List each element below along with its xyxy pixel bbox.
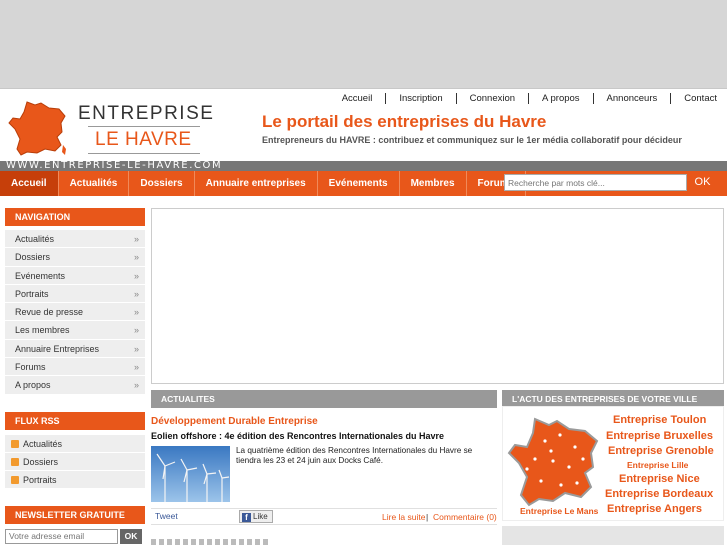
- logo-text-le-havre[interactable]: LE HAVRE: [95, 129, 192, 151]
- rss-icon: [11, 457, 19, 466]
- sidebar-item-label: Revue de presse: [15, 307, 84, 318]
- city-news-panel: Entreprise Toulon Entreprise Bruxelles E…: [502, 406, 724, 521]
- top-link-annonceurs[interactable]: Annonceurs: [592, 93, 671, 104]
- city-link-lille[interactable]: Entreprise Lille: [627, 460, 688, 470]
- tab-dossiers[interactable]: Dossiers: [129, 171, 195, 196]
- top-link-contact[interactable]: Contact: [670, 93, 717, 104]
- rss-item-actualites[interactable]: Actualités: [5, 434, 145, 453]
- read-more-link[interactable]: Lire la suite: [382, 512, 425, 522]
- city-link-bruxelles[interactable]: Entreprise Bruxelles: [606, 430, 713, 442]
- facebook-icon: f: [242, 513, 251, 522]
- newsletter-email-field[interactable]: [5, 528, 118, 544]
- tab-accueil[interactable]: Accueil: [0, 171, 59, 196]
- chevron-right-icon: »: [133, 307, 139, 318]
- sidebar-item-label: Dossiers: [15, 252, 51, 263]
- city-link-grenoble[interactable]: Entreprise Grenoble: [608, 445, 714, 457]
- tab-actualites[interactable]: Actualités: [59, 171, 130, 196]
- site-header: ENTREPRISE LE HAVRE Accueil Inscription …: [0, 88, 727, 172]
- sidebar-item-actualites[interactable]: Actualités »: [5, 230, 145, 249]
- sidebar-item-label: Evénements: [15, 270, 66, 281]
- page: ENTREPRISE LE HAVRE Accueil Inscription …: [0, 0, 727, 545]
- city-link-bordeaux[interactable]: Entreprise Bordeaux: [605, 488, 713, 500]
- wind-turbine-icon: [156, 453, 230, 502]
- sidebar-item-label: Actualités: [15, 234, 55, 244]
- sidebar: NAVIGATION Actualités » Dossiers » Evéneme…: [5, 208, 145, 544]
- city-link-angers[interactable]: Entreprise Angers: [607, 503, 702, 515]
- tweet-button[interactable]: Tweet: [155, 511, 178, 521]
- chevron-right-icon: »: [133, 325, 139, 336]
- news-thumbnail-wind-turbines[interactable]: [151, 446, 230, 502]
- rss-panel-title: FLUX RSS: [5, 411, 145, 430]
- facebook-like-button[interactable]: f Like: [239, 510, 273, 523]
- footer-separator: |: [426, 512, 429, 522]
- sidebar-item-label: Annuaire Entreprises: [15, 343, 100, 354]
- chevron-right-icon: »: [133, 252, 139, 263]
- sidebar-item-revue-de-presse[interactable]: Revue de presse »: [5, 303, 145, 322]
- logo-divider-bottom: [88, 153, 200, 154]
- sidebar-item-label: Les membres: [15, 325, 70, 336]
- chevron-right-icon: »: [133, 343, 139, 354]
- top-links: Accueil Inscription Connexion A propos A…: [329, 93, 717, 104]
- sidebar-item-label: Forums: [15, 362, 46, 373]
- featured-slider[interactable]: [151, 208, 724, 384]
- newsletter-panel-title: NEWSLETTER GRATUITE: [5, 505, 145, 524]
- site-url: WWW.ENTREPRISE-LE-HAVRE.COM: [6, 160, 223, 171]
- rss-icon: [11, 475, 19, 484]
- sidebar-item-portraits[interactable]: Portraits »: [5, 284, 145, 304]
- main-nav: Accueil Actualités Dossiers Annuaire ent…: [0, 171, 727, 196]
- logo-divider-top: [88, 126, 200, 127]
- top-link-a-propos[interactable]: A propos: [528, 93, 593, 104]
- tab-evenements[interactable]: Evénements: [318, 171, 400, 196]
- top-link-inscription[interactable]: Inscription: [385, 93, 455, 104]
- like-label: Like: [253, 512, 268, 521]
- chevron-right-icon: »: [133, 288, 139, 299]
- sidebar-item-forums[interactable]: Forums »: [5, 358, 145, 377]
- top-link-accueil[interactable]: Accueil: [329, 93, 386, 104]
- next-article-peek: [151, 539, 271, 545]
- news-section-title: ACTUALITES: [151, 390, 497, 408]
- news-category[interactable]: Développement Durable Entreprise: [151, 416, 318, 427]
- sidebar-item-annuaire[interactable]: Annuaire Entreprises »: [5, 339, 145, 359]
- rss-item-label: Dossiers: [23, 456, 59, 467]
- city-link-toulon[interactable]: Entreprise Toulon: [613, 414, 706, 426]
- sidebar-item-label: A propos: [15, 380, 51, 391]
- france-map-icon[interactable]: [505, 411, 605, 511]
- site-subtagline: Entrepreneurs du HAVRE : contribuez et c…: [262, 135, 682, 145]
- comments-link[interactable]: Commentaire (0): [433, 512, 497, 522]
- news-footer: Tweet f Like Lire la suite | Commentaire …: [151, 508, 497, 525]
- logo-text-entreprise[interactable]: ENTREPRISE: [78, 103, 214, 125]
- top-link-connexion[interactable]: Connexion: [455, 93, 528, 104]
- rss-item-dossiers[interactable]: Dossiers: [5, 452, 145, 471]
- sidebar-item-les-membres[interactable]: Les membres »: [5, 321, 145, 340]
- chevron-right-icon: »: [133, 234, 139, 244]
- navigation-panel-title: NAVIGATION: [5, 208, 145, 226]
- rss-item-portraits[interactable]: Portraits: [5, 470, 145, 489]
- rss-item-label: Actualités: [23, 438, 63, 449]
- sidebar-item-label: Portraits: [15, 288, 49, 299]
- tab-membres[interactable]: Membres: [400, 171, 467, 196]
- newsletter-submit-button[interactable]: OK: [120, 528, 142, 544]
- rss-icon: [11, 439, 19, 448]
- tab-annuaire[interactable]: Annuaire entreprises: [195, 171, 318, 196]
- city-link-nice[interactable]: Entreprise Nice: [619, 473, 700, 485]
- sidebar-item-a-propos[interactable]: A propos »: [5, 376, 145, 395]
- search-button[interactable]: OK: [690, 174, 715, 191]
- rss-item-label: Portraits: [23, 474, 57, 485]
- chevron-right-icon: »: [133, 270, 139, 281]
- news-headline[interactable]: Eolien offshore : 4e édition des Rencont…: [151, 431, 444, 441]
- chevron-right-icon: »: [133, 380, 139, 391]
- city-link-le-mans[interactable]: Entreprise Le Mans: [520, 506, 598, 516]
- sidebar-item-dossiers[interactable]: Dossiers »: [5, 248, 145, 267]
- news-excerpt: La quatrième édition des Rencontres Inte…: [236, 446, 473, 465]
- chevron-right-icon: »: [133, 362, 139, 373]
- ad-banner: [0, 0, 727, 88]
- site-tagline: Le portail des entreprises du Havre: [262, 112, 547, 131]
- sidebar-item-evenements[interactable]: Evénements »: [5, 266, 145, 285]
- cities-footer-bar: [502, 526, 724, 545]
- france-map-icon[interactable]: [5, 99, 69, 159]
- search-input[interactable]: [504, 174, 687, 191]
